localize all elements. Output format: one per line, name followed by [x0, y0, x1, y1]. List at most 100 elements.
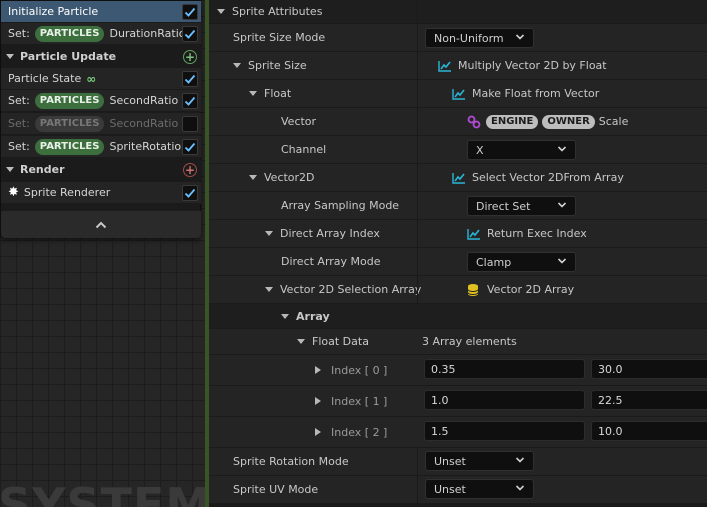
array-sampling-mode-dropdown[interactable]: Direct Set [467, 196, 576, 216]
dynamic-input-selector[interactable]: Make Float from Vector [452, 80, 599, 107]
expand-triangle-icon [315, 428, 321, 436]
infinity-icon: ∞ [86, 71, 97, 86]
row-float-data[interactable]: Float Data 3 Array elements [209, 329, 707, 355]
column-separator [417, 136, 418, 164]
element-y-input[interactable]: 22.5 [591, 390, 707, 410]
module-enable-checkbox[interactable] [182, 185, 198, 201]
check-icon [184, 7, 196, 17]
module-initialize-particle[interactable]: Initialize Particle [1, 1, 201, 23]
set-prefix: Set: [8, 94, 30, 107]
module-set-duration-ratio[interactable]: Set: PARTICLES DurationRatio [1, 23, 201, 45]
channel-dropdown[interactable]: X [467, 140, 576, 160]
column-separator [417, 80, 418, 108]
stage-header-particle-update[interactable]: Particle Update + [1, 46, 201, 68]
row-vector2d-selection-array[interactable]: Vector 2D Selection Array Vector 2D Arra… [209, 276, 707, 304]
dropdown-value: Non-Uniform [434, 31, 504, 45]
sprite-size-mode-dropdown[interactable]: Non-Uniform [425, 28, 534, 48]
row-vector2d[interactable]: Vector2D Select Vector 2DFrom Array [209, 164, 707, 192]
row-channel: Channel X [209, 136, 707, 164]
property-label: Direct Array Mode [281, 255, 381, 268]
add-renderer-button[interactable]: + [183, 163, 197, 177]
module-enable-checkbox[interactable] [182, 4, 198, 20]
array-element-row[interactable]: Index [ 0 ] 0.35 30.0 [209, 355, 707, 386]
link-icon [467, 115, 481, 128]
module-label: Initialize Particle [8, 5, 99, 18]
element-y-input[interactable]: 10.0 [591, 421, 707, 441]
element-x-input[interactable]: 0.35 [424, 359, 585, 379]
dropdown-value: Unset [434, 482, 466, 496]
column-separator [417, 276, 418, 304]
direct-array-mode-dropdown[interactable]: Clamp [467, 252, 576, 272]
row-direct-array-index[interactable]: Direct Array Index Return Exec Index [209, 220, 707, 248]
row-sprite-size[interactable]: Sprite Size Multiply Vector 2D by Float [209, 52, 707, 80]
sprite-uv-mode-dropdown[interactable]: Unset [425, 479, 534, 499]
expand-triangle-icon [233, 63, 241, 68]
element-y-input[interactable]: 30.0 [591, 359, 707, 379]
property-label: Sprite UV Mode [233, 483, 319, 496]
function-label: Make Float from Vector [472, 87, 600, 100]
attribute-label: SpriteRotation [109, 140, 189, 153]
element-x-input[interactable]: 1.5 [424, 421, 585, 441]
sprite-rotation-mode-dropdown[interactable]: Unset [425, 451, 534, 471]
collapse-node-button[interactable] [1, 211, 201, 238]
linked-parameter[interactable]: ENGINE OWNER Scale [467, 108, 628, 135]
module-set-second-ratio-disabled[interactable]: Set: PARTICLES SecondRatio [1, 113, 201, 135]
module-set-sprite-rotation[interactable]: Set: PARTICLES SpriteRotation [1, 136, 201, 158]
emitter-node[interactable]: Initialize Particle Set: PARTICLES Durat… [0, 0, 201, 238]
module-sprite-renderer[interactable]: ✸ Sprite Renderer [1, 182, 201, 204]
dynamic-input-selector[interactable]: Select Vector 2DFrom Array [452, 164, 624, 191]
module-enable-checkbox[interactable] [182, 71, 198, 87]
property-label: Direct Array Index [280, 227, 380, 240]
module-enable-checkbox[interactable] [182, 139, 198, 155]
function-graph-icon [452, 88, 465, 100]
module-particle-state[interactable]: Particle State ∞ [1, 68, 201, 90]
parameter-label: Scale [598, 115, 629, 128]
dynamic-input-selector[interactable]: Multiply Vector 2D by Float [438, 52, 607, 79]
collapse-triangle-icon [6, 167, 14, 172]
module-enable-checkbox[interactable] [182, 93, 198, 109]
module-enable-checkbox[interactable] [182, 26, 198, 42]
column-separator [417, 164, 418, 192]
add-module-button[interactable]: + [183, 50, 197, 64]
property-label: Float Data [312, 335, 369, 348]
expand-triangle-icon [217, 9, 225, 14]
property-label: Vector 2D Selection Array [280, 283, 422, 296]
stage-header-render[interactable]: Render + [1, 159, 201, 181]
element-label: Index [ 0 ] [331, 363, 388, 377]
collapse-triangle-icon [6, 54, 14, 59]
array-element-row[interactable]: Index [ 1 ] 1.0 22.5 [209, 386, 707, 417]
data-interface-label: Vector 2D Array [487, 283, 575, 296]
expand-triangle-icon [249, 91, 257, 96]
chevron-down-icon [515, 34, 525, 40]
dropdown-value: Direct Set [476, 199, 531, 213]
check-icon [184, 74, 196, 84]
column-separator [417, 192, 418, 220]
function-graph-icon [467, 228, 480, 240]
check-icon [184, 142, 196, 152]
chevron-down-icon [557, 258, 567, 264]
row-array[interactable]: Array [209, 304, 707, 329]
graph-canvas[interactable]: SYSTEM Initialize Particle Set: PARTICLE… [0, 0, 205, 507]
expand-triangle-icon [315, 366, 321, 374]
column-separator [417, 248, 418, 276]
element-x-input[interactable]: 1.0 [424, 390, 585, 410]
function-label: Select Vector 2DFrom Array [472, 171, 624, 184]
column-separator [417, 220, 418, 248]
row-vector: Vector ENGINE OWNER Scale [209, 108, 707, 136]
section-header-sprite-attributes[interactable]: Sprite Attributes [209, 0, 707, 28]
array-element-row[interactable]: Index [ 2 ] 1.5 10.0 [209, 417, 707, 448]
function-label: Return Exec Index [487, 227, 587, 240]
module-enable-checkbox[interactable] [182, 116, 198, 132]
function-label: Multiply Vector 2D by Float [458, 59, 607, 72]
row-sprite-size-mode: Sprite Size Mode Non-Uniform [209, 24, 707, 52]
dynamic-input-selector[interactable]: Return Exec Index [467, 220, 587, 247]
function-graph-icon [438, 60, 451, 72]
graph-watermark: SYSTEM [0, 478, 205, 507]
row-float[interactable]: Float Make Float from Vector [209, 80, 707, 108]
property-label: Sprite Size Mode [233, 31, 326, 44]
data-interface-selector[interactable]: Vector 2D Array [467, 276, 574, 303]
expand-triangle-icon [265, 231, 273, 236]
module-set-second-ratio[interactable]: Set: PARTICLES SecondRatio [1, 90, 201, 112]
expand-triangle-icon [315, 397, 321, 405]
module-label: Sprite Renderer [23, 186, 111, 199]
